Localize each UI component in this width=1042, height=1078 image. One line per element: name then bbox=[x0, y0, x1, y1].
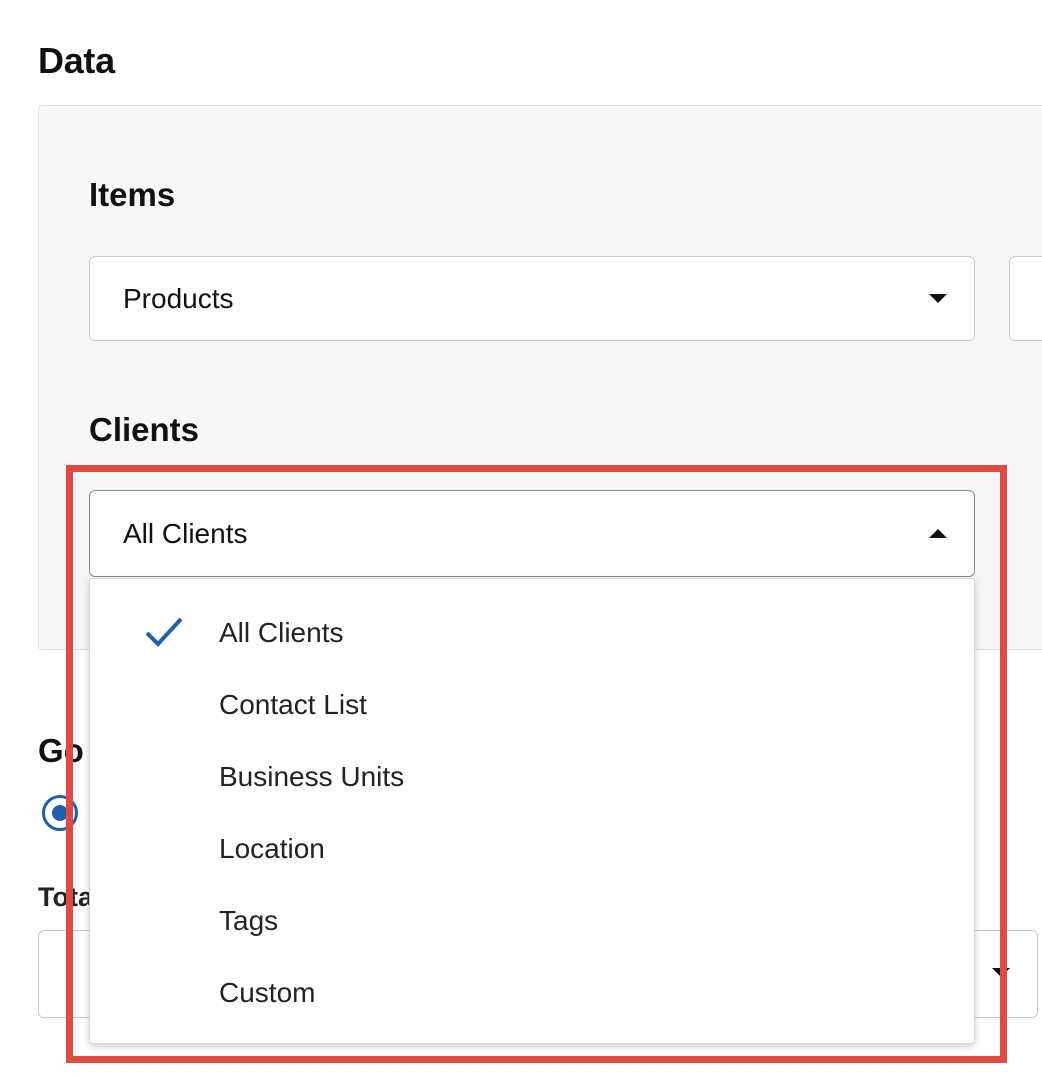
dropdown-option-label: Location bbox=[219, 833, 325, 864]
dropdown-option-contact-list[interactable]: Contact List bbox=[90, 669, 974, 741]
items-label: Items bbox=[89, 176, 176, 213]
chevron-up-icon[interactable] bbox=[929, 529, 947, 538]
dropdown-option-label: Custom bbox=[219, 977, 316, 1008]
clients-select-value: All Clients bbox=[123, 517, 248, 549]
dropdown-option-label: Contact List bbox=[219, 689, 367, 720]
dropdown-option-custom[interactable]: Custom bbox=[90, 957, 974, 1029]
goal-heading-fragment: Go bbox=[38, 732, 84, 769]
chevron-down-icon[interactable] bbox=[992, 968, 1010, 977]
dropdown-option-label: Tags bbox=[219, 905, 279, 936]
page-title: Data bbox=[38, 40, 115, 81]
dropdown-option-label: Business Units bbox=[219, 761, 405, 792]
secondary-select[interactable] bbox=[1009, 256, 1042, 341]
clients-select[interactable]: All Clients bbox=[89, 490, 975, 577]
clients-label: Clients bbox=[89, 411, 200, 448]
goal-radio[interactable] bbox=[42, 795, 78, 831]
dropdown-option-all-clients[interactable]: All Clients bbox=[90, 597, 974, 669]
total-label-fragment: Tota bbox=[38, 882, 93, 912]
items-select[interactable]: Products bbox=[89, 256, 975, 341]
dropdown-option-location[interactable]: Location bbox=[90, 813, 974, 885]
dropdown-option-label: All Clients bbox=[219, 617, 344, 648]
dropdown-option-tags[interactable]: Tags bbox=[90, 885, 974, 957]
check-icon bbox=[145, 617, 183, 647]
items-select-value: Products bbox=[123, 282, 234, 314]
clients-dropdown-menu: All Clients Contact List Business Units … bbox=[89, 578, 975, 1044]
dropdown-option-business-units[interactable]: Business Units bbox=[90, 741, 974, 813]
chevron-down-icon[interactable] bbox=[929, 294, 947, 303]
radio-selected-dot bbox=[52, 805, 68, 821]
